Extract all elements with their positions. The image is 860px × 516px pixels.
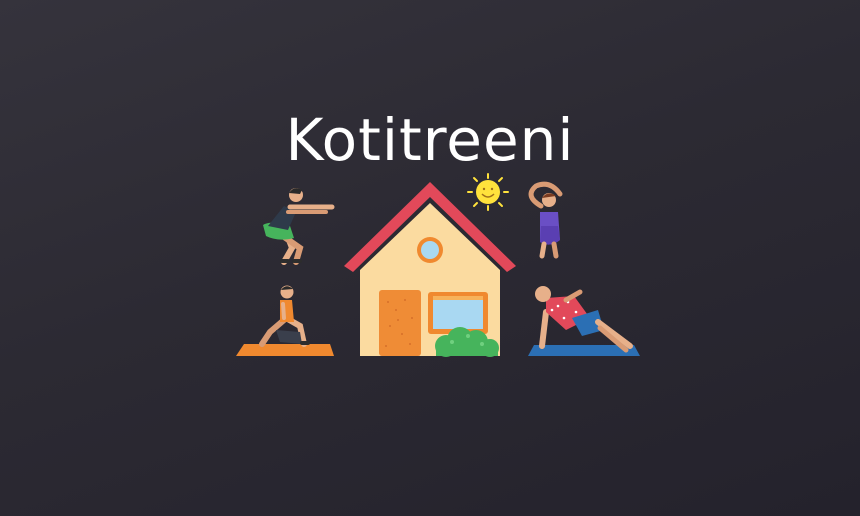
orange-mat xyxy=(236,344,334,356)
stretch-person-icon xyxy=(528,181,563,259)
squat-person-icon xyxy=(263,188,335,265)
plank-person-icon xyxy=(528,286,640,356)
house-icon xyxy=(344,182,516,357)
lunge-person-icon xyxy=(236,285,334,356)
home-workout-illustration xyxy=(236,173,640,357)
sun-icon xyxy=(467,173,509,211)
